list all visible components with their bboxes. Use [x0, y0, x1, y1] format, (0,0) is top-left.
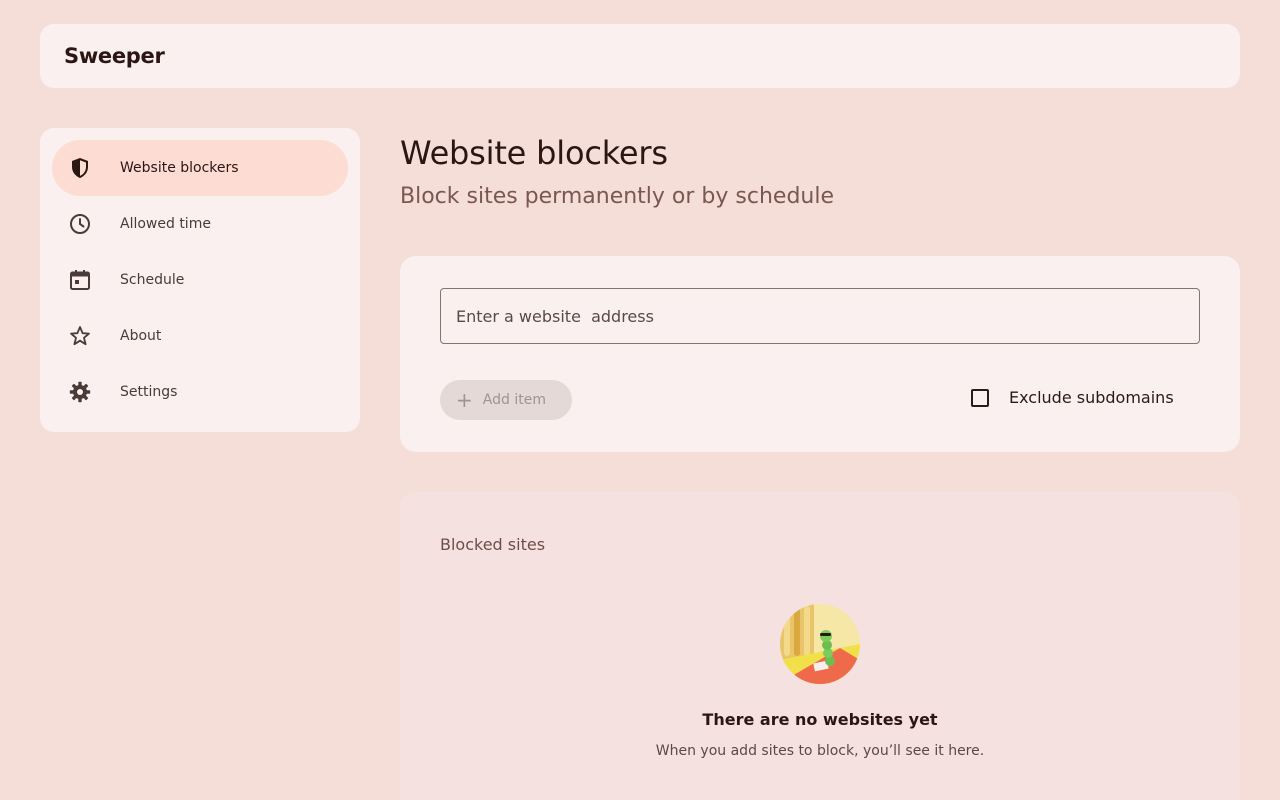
sidebar-item-schedule[interactable]: Schedule — [52, 252, 348, 308]
star-icon — [68, 324, 92, 348]
gear-icon — [68, 380, 92, 404]
sidebar-item-label: Settings — [120, 384, 178, 400]
sidebar-item-website-blockers[interactable]: Website blockers — [52, 140, 348, 196]
page-title: Website blockers — [400, 134, 668, 172]
clock-icon — [68, 212, 92, 236]
empty-state-illustration — [780, 604, 860, 684]
exclude-subdomains-label: Exclude subdomains — [1009, 388, 1174, 407]
sidebar-item-label: Allowed time — [120, 216, 211, 232]
add-item-button[interactable]: + Add item — [440, 380, 572, 420]
exclude-subdomains-checkbox[interactable] — [971, 388, 989, 407]
blocked-sites-heading: Blocked sites — [440, 535, 546, 554]
sidebar-item-about[interactable]: About — [52, 308, 348, 364]
sidebar-item-label: About — [120, 328, 162, 344]
sidebar-item-allowed-time[interactable]: Allowed time — [52, 196, 348, 252]
page-subtitle: Block sites permanently or by schedule — [400, 184, 834, 209]
empty-state-title: There are no websites yet — [702, 710, 938, 729]
blocked-sites-card: Blocked sites There are no websites yet … — [400, 492, 1240, 800]
shield-icon — [68, 156, 92, 180]
app-bar: Sweeper — [40, 24, 1240, 88]
add-website-card: + Add item Exclude subdomains — [400, 256, 1240, 452]
calendar-icon — [68, 268, 92, 292]
sidebar-item-label: Schedule — [120, 272, 185, 288]
app-title: Sweeper — [64, 44, 165, 68]
exclude-subdomains-option[interactable]: Exclude subdomains — [971, 388, 1174, 407]
empty-state-description: When you add sites to block, you’ll see … — [655, 743, 985, 759]
sidebar-item-settings[interactable]: Settings — [52, 364, 348, 420]
sidebar-item-label: Website blockers — [120, 160, 239, 176]
website-address-input[interactable] — [440, 288, 1200, 344]
plus-icon: + — [456, 388, 473, 412]
sidebar-nav: Website blockers Allowed time Schedule A… — [40, 128, 360, 432]
add-item-label: Add item — [482, 392, 546, 408]
